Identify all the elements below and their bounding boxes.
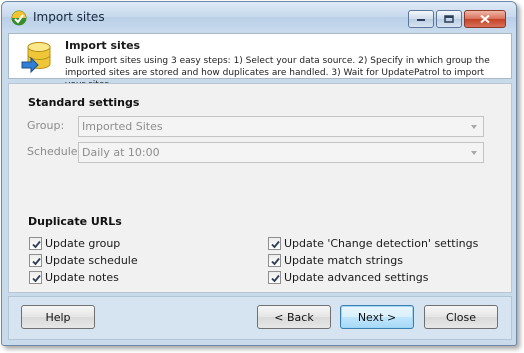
update-group-checkbox[interactable]: Update group [29, 236, 120, 251]
duplicate-urls-title: Duplicate URLs [28, 215, 122, 228]
schedule-select[interactable]: Daily at 10:00 [78, 142, 484, 163]
group-label: Group: [27, 119, 65, 132]
checkbox-box[interactable] [29, 271, 42, 284]
maximize-button[interactable] [436, 10, 462, 28]
title-bar[interactable]: Import sites [2, 2, 516, 32]
checkbox-box[interactable] [29, 237, 42, 250]
minimize-icon [417, 19, 425, 21]
update-notes-checkbox[interactable]: Update notes [29, 270, 119, 285]
button-bar: Help < Back Next > Close [8, 296, 512, 340]
group-select[interactable]: Imported Sites [78, 116, 484, 137]
standard-settings-title: Standard settings [28, 96, 140, 109]
checkmark-icon [271, 257, 280, 266]
next-button[interactable]: Next > [340, 305, 414, 329]
checkbox-box[interactable] [29, 254, 42, 267]
help-button[interactable]: Help [21, 305, 95, 329]
header-title: Import sites [65, 39, 141, 52]
close-window-button[interactable] [464, 10, 506, 28]
checkbox-label: Update advanced settings [284, 271, 429, 284]
settings-panel: Standard settings Group: Imported Sites … [8, 83, 512, 293]
checkbox-label: Update match strings [284, 254, 403, 267]
schedule-label: Schedule: [27, 145, 82, 158]
schedule-select-value: Daily at 10:00 [82, 146, 160, 159]
checkbox-label: Update 'Change detection' settings [284, 237, 479, 250]
back-button[interactable]: < Back [257, 305, 331, 329]
checkbox-box[interactable] [268, 237, 281, 250]
update-match-strings-checkbox[interactable]: Update match strings [268, 253, 403, 268]
update-advanced-settings-checkbox[interactable]: Update advanced settings [268, 270, 428, 285]
app-logo-icon [11, 10, 27, 26]
chevron-down-icon [471, 125, 477, 129]
checkbox-label: Update group [45, 237, 121, 250]
close-icon [480, 14, 490, 24]
window-title: Import sites [33, 10, 105, 24]
database-import-icon [21, 42, 51, 74]
checkmark-icon [32, 274, 41, 283]
checkmark-icon [32, 240, 41, 249]
checkbox-box[interactable] [268, 254, 281, 267]
maximize-icon [444, 15, 454, 23]
checkbox-label: Update schedule [45, 254, 138, 267]
import-sites-window: Import sites Import sites Bulk import si… [1, 1, 517, 346]
checkmark-icon [271, 274, 280, 283]
group-select-value: Imported Sites [82, 120, 163, 133]
checkbox-box[interactable] [268, 271, 281, 284]
checkmark-icon [271, 240, 280, 249]
checkmark-icon [32, 257, 41, 266]
close-button[interactable]: Close [424, 305, 498, 329]
minimize-button[interactable] [408, 10, 434, 28]
chevron-down-icon [471, 151, 477, 155]
update-schedule-checkbox[interactable]: Update schedule [29, 253, 138, 268]
checkbox-label: Update notes [45, 271, 119, 284]
update-change-detection-checkbox[interactable]: Update 'Change detection' settings [268, 236, 478, 251]
wizard-header: Import sites Bulk import sites using 3 e… [8, 33, 512, 90]
